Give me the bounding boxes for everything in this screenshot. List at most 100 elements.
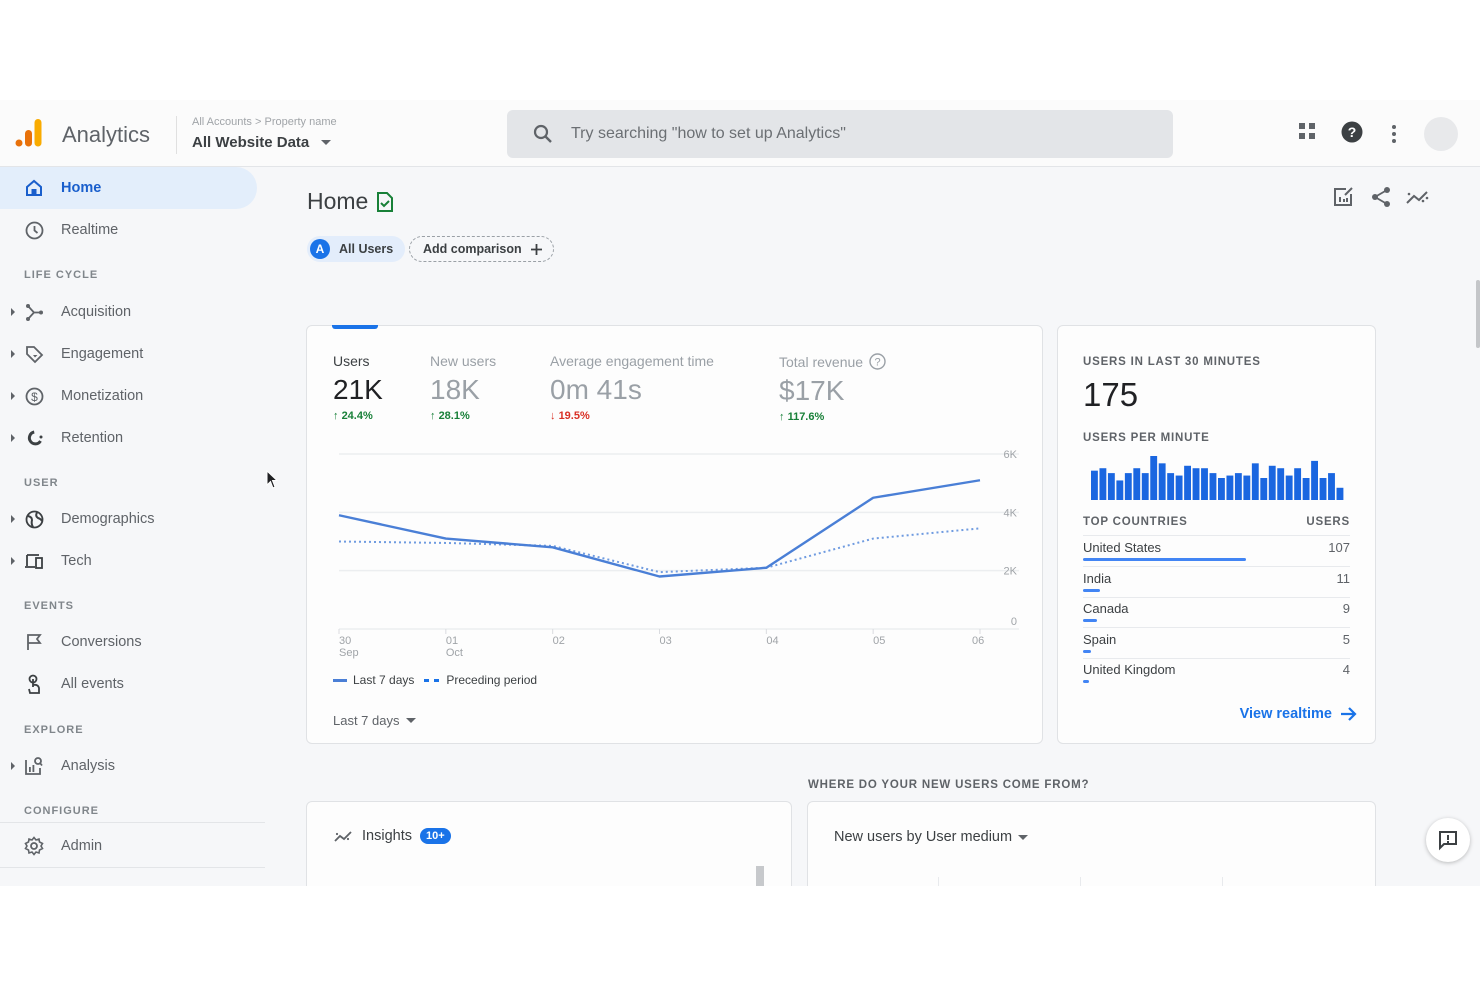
expand-arrow-icon[interactable] [11, 762, 15, 770]
insights-header[interactable]: Insights 10+ [334, 828, 451, 844]
sidebar-item-label: Engagement [61, 346, 144, 362]
sidebar-divider [0, 867, 265, 868]
divider [176, 116, 177, 154]
segment-chip-label: All Users [339, 242, 394, 256]
legend-label-current: Last 7 days [353, 673, 415, 687]
sidebar-item-all-events[interactable]: All events [0, 663, 257, 705]
metric-tab-total-revenue[interactable]: Total revenue ? $17K ↑ 117.6% [779, 353, 886, 423]
country-user-count: 107 [1328, 540, 1350, 555]
share-icon[interactable] [1370, 186, 1392, 208]
minute-bar [1141, 473, 1149, 500]
analytics-app: Analytics All Accounts > Property name A… [0, 100, 1480, 886]
country-user-count: 9 [1342, 601, 1350, 616]
property-selector[interactable]: All Website Data [192, 134, 332, 151]
metric-delta-value: 24.4% [341, 410, 373, 422]
dollar-icon: $ [24, 386, 44, 406]
sidebar-item-admin[interactable]: Admin [0, 825, 257, 867]
page-scrollbar[interactable] [1476, 280, 1480, 348]
apps-grid-icon[interactable] [1298, 122, 1316, 140]
sidebar-item-realtime[interactable]: Realtime [0, 209, 257, 251]
chevron-down-icon [405, 718, 416, 723]
minute-bar [1277, 468, 1285, 500]
expand-arrow-icon[interactable] [11, 392, 15, 400]
sidebar-item-monetization[interactable]: $ Monetization [0, 375, 257, 417]
feedback-button[interactable] [1426, 818, 1470, 862]
metric-tab-engagement-time[interactable]: Average engagement time 0m 41s ↓ 19.5% [550, 353, 714, 422]
segment-chip-all-users[interactable]: A All Users [307, 236, 406, 262]
tag-icon [24, 344, 44, 364]
sidebar-item-tech[interactable]: Tech [0, 540, 257, 582]
verified-report-icon[interactable] [376, 191, 394, 212]
minute-bar [1319, 478, 1327, 500]
metric-value: 21K [333, 374, 383, 405]
minute-bar [1107, 473, 1115, 500]
page-title-text: Home [307, 188, 369, 214]
more-vert-icon[interactable] [1391, 124, 1397, 144]
svg-text:$: $ [31, 390, 38, 404]
metric-tab-users[interactable]: Users 21K ↑ 24.4% [333, 353, 383, 422]
sidebar-item-label: Home [61, 180, 102, 196]
expand-arrow-icon[interactable] [11, 515, 15, 523]
country-name: Canada [1083, 601, 1129, 616]
acquisition-icon [24, 302, 44, 322]
insights-scrollbar[interactable] [756, 866, 764, 886]
x-tick-label: 01 [446, 635, 458, 647]
date-range-selector[interactable]: Last 7 days [333, 713, 416, 728]
customize-report-icon[interactable] [1332, 186, 1354, 208]
search-input[interactable]: Try searching "how to set up Analytics" [507, 110, 1173, 158]
new-users-source-heading: WHERE DO YOUR NEW USERS COME FROM? [808, 779, 1090, 791]
minute-bar [1302, 478, 1310, 500]
country-share-bar [1083, 588, 1100, 592]
series-line-preceding-period [338, 527, 981, 574]
arrow-right-icon [1341, 707, 1357, 721]
expand-arrow-icon[interactable] [11, 308, 15, 316]
country-row: Spain 5 [1083, 628, 1350, 659]
section-title-explore: EXPLORE [24, 724, 84, 736]
insights-trend-icon[interactable] [1405, 186, 1431, 208]
search-icon [533, 124, 552, 143]
active-metric-indicator [332, 325, 378, 329]
metric-label: Average engagement time [550, 353, 714, 369]
metric-tab-new-users[interactable]: New users 18K ↑ 28.1% [430, 353, 496, 422]
minute-bar [1226, 475, 1234, 500]
realtime-user-count: 175 [1083, 376, 1139, 413]
x-tick-label: 06 [972, 635, 984, 647]
expand-arrow-icon[interactable] [11, 434, 15, 442]
sidebar-item-label: Monetization [61, 388, 144, 404]
insights-card: Insights 10+ [306, 801, 792, 886]
sidebar-item-home[interactable]: Home [0, 167, 257, 209]
breadcrumb-property[interactable]: Property name [264, 116, 336, 128]
metric-label-text: Total revenue [779, 353, 864, 370]
metric-delta-value: 28.1% [438, 410, 470, 422]
user-medium-selector[interactable]: New users by User medium [834, 829, 1029, 845]
sidebar-item-analysis[interactable]: Analysis [0, 745, 257, 787]
help-outline-icon[interactable]: ? [869, 353, 886, 370]
svg-text:?: ? [1348, 124, 1357, 140]
segment-letter-badge: A [310, 239, 330, 259]
help-icon[interactable]: ? [1341, 121, 1363, 143]
grid-line [938, 877, 939, 886]
y-tick-label: 6K [1004, 449, 1018, 461]
add-comparison-button[interactable]: Add comparison [409, 236, 554, 262]
sidebar-item-label: Admin [61, 838, 103, 854]
sidebar-item-conversions[interactable]: Conversions [0, 621, 257, 663]
clock-icon [24, 220, 44, 240]
sidebar-item-acquisition[interactable]: Acquisition [0, 291, 257, 333]
breadcrumb[interactable]: All Accounts > Property name [192, 116, 337, 128]
country-share-bar [1083, 680, 1090, 683]
account-avatar[interactable] [1424, 117, 1458, 151]
legend-swatch-dotted [424, 678, 441, 682]
sidebar-item-label: All events [61, 676, 124, 692]
country-share-bar [1083, 649, 1091, 653]
sidebar-item-engagement[interactable]: Engagement [0, 333, 257, 375]
countries-header-divider [1083, 516, 1350, 536]
sidebar-item-demographics[interactable]: Demographics [0, 498, 257, 540]
insights-trend-icon [334, 831, 352, 842]
minute-bar [1167, 473, 1175, 500]
view-realtime-link[interactable]: View realtime [1240, 706, 1357, 722]
expand-arrow-icon[interactable] [11, 350, 15, 358]
sidebar-item-retention[interactable]: Retention [0, 417, 257, 459]
breadcrumb-accounts[interactable]: All Accounts [192, 116, 252, 128]
expand-arrow-icon[interactable] [11, 557, 15, 565]
realtime-title: USERS IN LAST 30 MINUTES [1083, 356, 1261, 368]
